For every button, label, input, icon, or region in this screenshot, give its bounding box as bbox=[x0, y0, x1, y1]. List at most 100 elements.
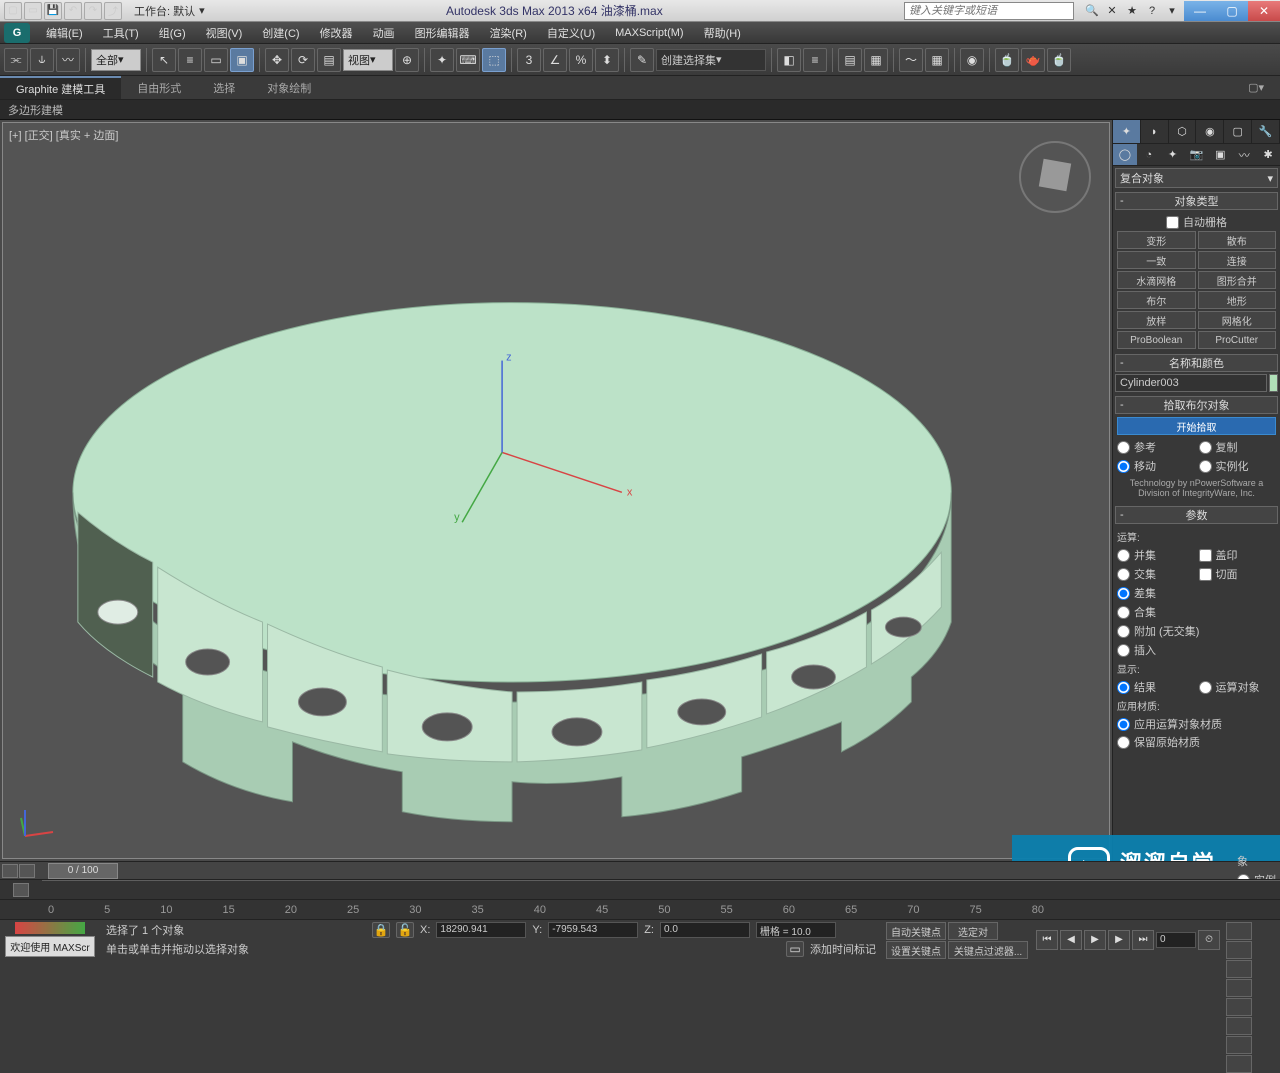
rotate-icon[interactable]: ⟳ bbox=[291, 48, 315, 72]
set-key-button[interactable]: 设置关键点 bbox=[886, 941, 946, 959]
y-coord-input[interactable]: -7959.543 bbox=[548, 922, 638, 938]
ribbon-tab-graphite[interactable]: Graphite 建模工具 bbox=[0, 76, 121, 99]
menu-group[interactable]: 组(G) bbox=[149, 22, 196, 44]
apply-keepmat-radio[interactable] bbox=[1117, 736, 1130, 749]
pick-instance-radio[interactable] bbox=[1199, 460, 1212, 473]
workspace-switcher[interactable]: 工作台: 默认 ▾ bbox=[134, 3, 205, 19]
menu-tools[interactable]: 工具(T) bbox=[93, 22, 149, 44]
schematic-view-icon[interactable]: ▦ bbox=[925, 48, 949, 72]
cameras-icon[interactable]: 📷 bbox=[1185, 144, 1209, 165]
menu-graph-editors[interactable]: 图形编辑器 bbox=[405, 22, 480, 44]
search-icon[interactable]: 🔍 bbox=[1084, 3, 1100, 19]
goto-start-icon[interactable]: ⏮ bbox=[1036, 930, 1058, 950]
maximize-viewport-icon[interactable] bbox=[1226, 1055, 1252, 1073]
link-icon[interactable]: ⤴ bbox=[104, 2, 122, 20]
selection-filter-dropdown[interactable]: 全部 ▾ bbox=[91, 49, 141, 71]
bind-spacewarp-icon[interactable]: 〰 bbox=[56, 48, 80, 72]
zoom-icon[interactable] bbox=[1226, 922, 1252, 940]
edit-named-selection-icon[interactable]: ✎ bbox=[630, 48, 654, 72]
ribbon-tab-selection[interactable]: 选择 bbox=[197, 76, 251, 99]
maximize-button[interactable]: ▢ bbox=[1216, 1, 1248, 21]
time-slider[interactable]: 0 / 100 象 实例 bbox=[0, 861, 1280, 879]
minimize-button[interactable]: — bbox=[1184, 1, 1216, 21]
render-frame-icon[interactable]: 🫖 bbox=[1021, 48, 1045, 72]
unlink-icon[interactable]: ⫝ bbox=[30, 48, 54, 72]
motion-tab-icon[interactable]: ◉ bbox=[1196, 120, 1224, 143]
hierarchy-tab-icon[interactable]: ⬡ bbox=[1169, 120, 1197, 143]
select-icon[interactable]: ↖ bbox=[152, 48, 176, 72]
op-subtract-radio[interactable] bbox=[1117, 587, 1130, 600]
orbit-icon[interactable] bbox=[1226, 1036, 1252, 1054]
close-button[interactable]: ✕ bbox=[1248, 1, 1280, 21]
z-coord-input[interactable]: 0.0 bbox=[660, 922, 750, 938]
menu-edit[interactable]: 编辑(E) bbox=[36, 22, 93, 44]
zoom-extents-all-icon[interactable] bbox=[1226, 979, 1252, 997]
help-search-input[interactable] bbox=[904, 2, 1074, 20]
menu-modifiers[interactable]: 修改器 bbox=[310, 22, 363, 44]
op-cookie-check[interactable] bbox=[1199, 568, 1212, 581]
zoom-extents-icon[interactable] bbox=[1226, 960, 1252, 978]
fov-icon[interactable] bbox=[1226, 998, 1252, 1016]
menu-help[interactable]: 帮助(H) bbox=[694, 22, 751, 44]
apply-opmat-radio[interactable] bbox=[1117, 718, 1130, 731]
conform-button[interactable]: 一致 bbox=[1117, 251, 1196, 269]
op-insert-radio[interactable] bbox=[1117, 644, 1130, 657]
object-name-input[interactable] bbox=[1115, 374, 1267, 392]
move-icon[interactable]: ✥ bbox=[265, 48, 289, 72]
spinner-snap-icon[interactable]: ⬍ bbox=[595, 48, 619, 72]
trackbar-menu-icon[interactable] bbox=[13, 883, 29, 897]
app-menu-button[interactable]: G bbox=[4, 23, 30, 43]
geometry-category-dropdown[interactable]: 复合对象▾ bbox=[1115, 168, 1278, 188]
utilities-tab-icon[interactable]: 🔧 bbox=[1252, 120, 1280, 143]
exchange-icon[interactable]: ✕ bbox=[1104, 3, 1120, 19]
track-scale[interactable] bbox=[42, 880, 1280, 899]
procutter-button[interactable]: ProCutter bbox=[1198, 331, 1277, 349]
viewport[interactable]: [+] [正交] [真实 + 边面] bbox=[2, 122, 1110, 859]
select-region-rect-icon[interactable]: ▭ bbox=[204, 48, 228, 72]
snap-3-icon[interactable]: 3 bbox=[517, 48, 541, 72]
new-file-icon[interactable]: ▢ bbox=[4, 2, 22, 20]
key-filters-button[interactable]: 关键点过滤器... bbox=[948, 941, 1028, 959]
save-file-icon[interactable]: 💾 bbox=[44, 2, 62, 20]
curve-editor-icon[interactable]: 〜 bbox=[899, 48, 923, 72]
auto-key-button[interactable]: 自动关键点 bbox=[886, 922, 946, 940]
connect-button[interactable]: 连接 bbox=[1198, 251, 1277, 269]
ribbon-tab-freeform[interactable]: 自由形式 bbox=[121, 76, 197, 99]
selected-dropdown[interactable]: 选定对 bbox=[948, 922, 998, 940]
undo-icon[interactable]: ↶ bbox=[64, 2, 82, 20]
help-icon[interactable]: ? bbox=[1144, 3, 1160, 19]
next-key-icon[interactable] bbox=[19, 864, 35, 878]
scale-icon[interactable]: ▤ bbox=[317, 48, 341, 72]
rollout-object-type[interactable]: -对象类型 bbox=[1115, 192, 1278, 210]
track-bar[interactable] bbox=[0, 879, 1280, 899]
start-pick-button[interactable]: 开始拾取 bbox=[1117, 417, 1276, 435]
graphite-icon[interactable]: ▦ bbox=[864, 48, 888, 72]
pick-copy-radio[interactable] bbox=[1199, 441, 1212, 454]
spacewarps-icon[interactable]: 〰 bbox=[1232, 144, 1256, 165]
geometry-icon[interactable]: ◯ bbox=[1113, 144, 1137, 165]
menu-customize[interactable]: 自定义(U) bbox=[537, 22, 605, 44]
ref-coord-dropdown[interactable]: 视图 ▾ bbox=[343, 49, 393, 71]
menu-animation[interactable]: 动画 bbox=[363, 22, 405, 44]
menu-create[interactable]: 创建(C) bbox=[252, 22, 309, 44]
pick-reference-radio[interactable] bbox=[1117, 441, 1130, 454]
time-slider-thumb[interactable]: 0 / 100 bbox=[48, 863, 118, 879]
select-name-icon[interactable]: ≡ bbox=[178, 48, 202, 72]
lock-selection-icon[interactable]: 🔓 bbox=[396, 922, 414, 938]
open-file-icon[interactable]: ▭ bbox=[24, 2, 42, 20]
op-attach-radio[interactable] bbox=[1117, 625, 1130, 638]
lights-icon[interactable]: ✦ bbox=[1161, 144, 1185, 165]
terrain-button[interactable]: 地形 bbox=[1198, 291, 1277, 309]
rollout-name-color[interactable]: -名称和颜色 bbox=[1115, 354, 1278, 372]
op-intersect-radio[interactable] bbox=[1117, 568, 1130, 581]
star-icon[interactable]: ★ bbox=[1124, 3, 1140, 19]
morph-button[interactable]: 变形 bbox=[1117, 231, 1196, 249]
shapes-icon[interactable]: ◔ bbox=[1137, 144, 1161, 165]
render-setup-icon[interactable]: 🍵 bbox=[995, 48, 1019, 72]
current-frame-input[interactable] bbox=[1156, 932, 1196, 948]
mirror-icon[interactable]: ◧ bbox=[777, 48, 801, 72]
angle-snap-icon[interactable]: ∠ bbox=[543, 48, 567, 72]
shapemerge-button[interactable]: 图形合并 bbox=[1198, 271, 1277, 289]
ribbon-minimize-icon[interactable]: ▢▾ bbox=[1232, 76, 1280, 99]
menu-view[interactable]: 视图(V) bbox=[196, 22, 253, 44]
